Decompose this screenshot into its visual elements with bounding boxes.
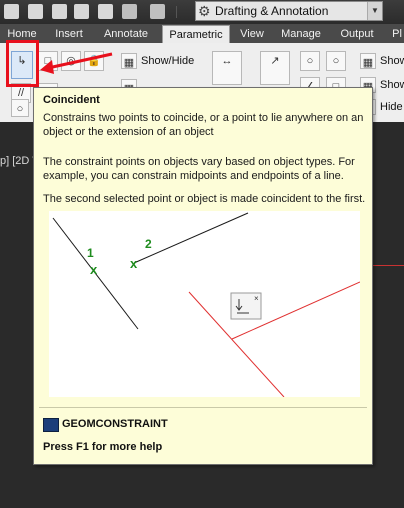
command-icon bbox=[43, 418, 59, 432]
point-marker-2: x bbox=[130, 256, 138, 271]
coincident-tooltip: Coincident Constrains two points to coin… bbox=[33, 87, 373, 465]
tooltip-detail-2: The second selected point or object is m… bbox=[43, 193, 366, 205]
tooltip-title: Coincident bbox=[43, 94, 100, 106]
tooltip-description: Constrains two points to coincide, or a … bbox=[43, 112, 364, 138]
tooltip-command: GEOMCONSTRAINT bbox=[62, 418, 168, 430]
illustration-drawing: 1 2 x x × bbox=[52, 212, 361, 398]
tooltip-detail-1: The constraint points on objects vary ba… bbox=[43, 156, 355, 182]
coincident-illustration: 1 2 x x × bbox=[49, 211, 361, 398]
point-label-1: 1 bbox=[87, 246, 94, 260]
canvas-red-line bbox=[372, 265, 404, 266]
svg-text:×: × bbox=[254, 294, 259, 303]
tooltip-divider bbox=[39, 407, 367, 408]
point-marker-1: x bbox=[90, 262, 98, 277]
point-label-2: 2 bbox=[145, 237, 152, 251]
tooltip-help: Press F1 for more help bbox=[43, 441, 163, 453]
